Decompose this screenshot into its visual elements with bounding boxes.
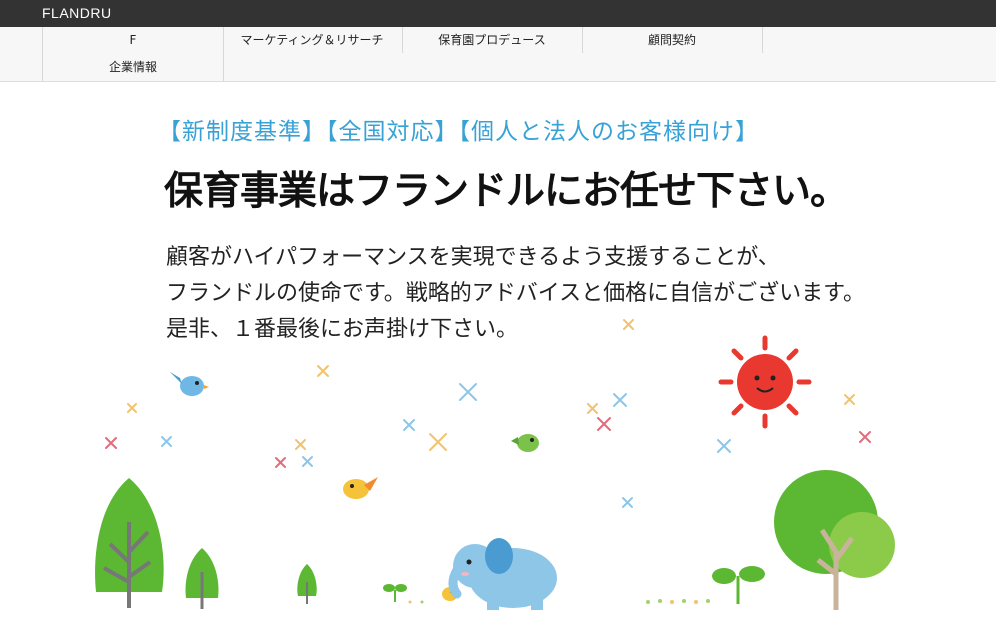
sun-icon [718,335,812,429]
yellow-bird-icon [343,477,378,499]
nav-item-nursery-produce[interactable]: 保育園プロデュース [402,27,583,53]
hero-lead-line: フランドルの使命です。戦略的アドバイスと価格に自信がございます。 [166,281,865,306]
nav-item-company-info[interactable]: 企業情報 [42,53,224,81]
hero-lead-line: 顧客がハイパフォーマンスを実現できるよう支援することが、 [166,245,780,270]
hero-lead-line: 是非、１番最後にお声掛け下さい。 [166,317,519,342]
green-bird-icon [511,434,539,452]
nav-item-advisory-contract[interactable]: 顧問契約 [582,27,763,53]
tree-icon [297,564,317,604]
elephant-icon [448,538,557,610]
tree-icon [95,478,164,608]
sprout-icon [712,566,765,604]
brand-logo[interactable]: FLANDRU [42,5,112,21]
hero-headline: 保育事業はフランドルにお任せ下さい。 [164,169,849,214]
tree-icon [185,548,219,609]
round-tree-icon [774,470,895,610]
sparkle-decorations [105,319,871,508]
hero-section: 【新制度基準】【全国対応】【個人と法人のお客様向け】 保育事業はフランドルにお任… [0,82,996,623]
hero-tagline: 【新制度基準】【全国対応】【個人と法人のお客様向け】 [158,119,759,145]
nav-item-marketing-research[interactable]: マーケティング＆リサーチ [222,27,403,53]
hero-lead: 顧客がハイパフォーマンスを実現できるよう支援することが、 フランドルの使命です。… [166,240,865,348]
blue-bird-icon [170,372,209,396]
sprout-icon [383,584,407,602]
nav-item-f[interactable]: F [42,27,224,53]
top-bar: FLANDRU [0,0,996,27]
main-nav: F マーケティング＆リサーチ 保育園プロデュース 顧問契約 企業情報 [0,27,996,82]
